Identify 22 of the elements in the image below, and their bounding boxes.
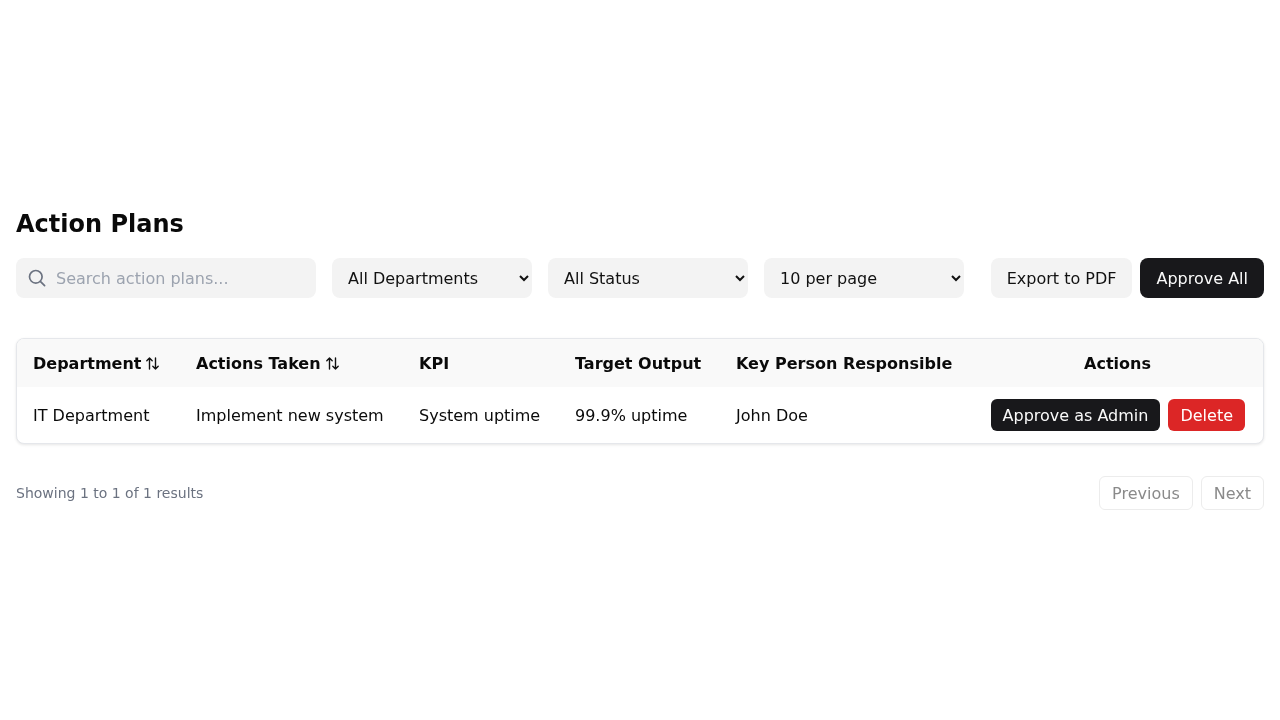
delete-button[interactable]: Delete bbox=[1168, 399, 1245, 431]
table-cell: System uptime bbox=[419, 405, 541, 425]
results-summary: Showing 1 to 1 of 1 results bbox=[16, 485, 204, 501]
table-cell: Implement new system bbox=[196, 405, 384, 425]
table-cell: 99.9% uptime bbox=[575, 405, 688, 425]
sort-icon[interactable] bbox=[324, 355, 340, 371]
column-header: KPI bbox=[419, 353, 450, 373]
export-button[interactable]: Export to PDF bbox=[990, 258, 1133, 298]
filter-dropdown[interactable]: 10 per page bbox=[764, 258, 964, 298]
search-icon bbox=[28, 269, 46, 287]
table-cell: John Doe bbox=[736, 405, 808, 425]
sort-icon[interactable] bbox=[145, 355, 161, 371]
column-header: Key Person Responsible bbox=[736, 353, 953, 373]
filter-dropdown[interactable]: All Status bbox=[548, 258, 748, 298]
column-header: Target Output bbox=[575, 353, 702, 373]
search-field[interactable]: Search action plans... bbox=[16, 258, 316, 298]
approve-button[interactable]: Approve as Admin bbox=[990, 399, 1161, 431]
page-title: Action Plans bbox=[16, 209, 184, 240]
table-cell: IT Department bbox=[33, 405, 150, 425]
filter-dropdown[interactable]: All Departments bbox=[332, 258, 532, 298]
column-header: Actions bbox=[1084, 353, 1151, 373]
approve-all-button[interactable]: Approve All bbox=[1140, 258, 1264, 298]
